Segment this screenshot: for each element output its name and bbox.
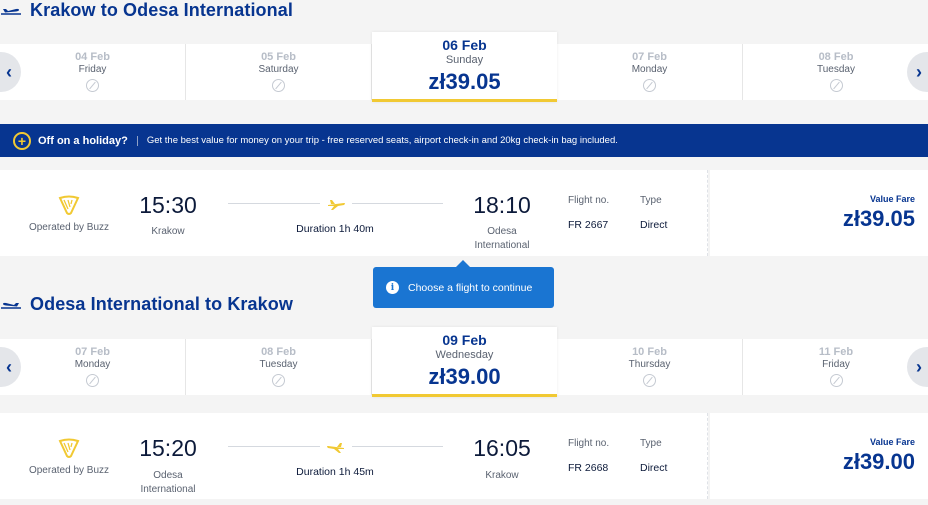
selected-weekday: Wednesday [435,349,494,361]
no-flights-icon [272,79,285,92]
no-flights-icon [272,374,285,387]
plus-icon: + [13,131,31,150]
inbound-day-4[interactable]: 10 Feb Thursday [557,339,743,395]
info-icon: i [386,281,399,294]
inbound-flight-card[interactable]: Operated by Buzz 15:20 Odesa Internation… [0,413,928,499]
inbound-day-2[interactable]: 08 Feb Tuesday [186,339,372,395]
departure-place: Krakow [151,226,185,237]
outbound-day-selected[interactable]: 06 Feb Sunday zł39.05 [372,32,557,102]
outbound-day-2[interactable]: 05 Feb Saturday [186,44,372,100]
chevron-left-icon: ‹ [6,356,12,377]
selected-price: zł39.05 [428,69,501,94]
operated-by: Operated by Buzz [28,465,110,476]
type-label: Type [640,195,662,206]
flight-no: FR 2667 [568,219,609,231]
outbound-fare[interactable]: Value Fare zł39.05 [710,170,928,256]
inbound-day-5[interactable]: 11 Feb Friday [743,339,928,395]
selected-date: 06 Feb [442,37,487,53]
outbound-date-selector: 04 Feb Friday 05 Feb Saturday 06 Feb Sun… [0,32,928,102]
no-flights-icon [829,79,843,92]
departure-place: Odesa International [140,470,196,495]
outbound-header: Krakow to Odesa International [0,0,293,23]
outbound-day-1[interactable]: 04 Feb Friday [0,44,186,100]
fare-type: Value Fare [869,194,915,204]
type-label: Type [640,438,662,449]
arrival-place: Odesa International [474,226,530,251]
plane-return-icon [1,302,21,309]
plane-icon [328,200,345,210]
fare-type: Value Fare [869,437,915,447]
chevron-right-icon: › [916,356,922,377]
no-flights-icon [643,79,656,92]
arrival-time: 18:10 [473,192,531,218]
fare-price: zł39.05 [842,206,915,231]
no-flights-icon [86,374,99,387]
plane-departure-icon [1,8,21,15]
operated-by: Operated by Buzz [28,222,110,233]
selected-price: zł39.00 [428,364,501,389]
outbound-day-5[interactable]: 08 Feb Tuesday [743,44,928,100]
no-flights-icon [86,79,99,92]
flight-type: Direct [640,219,668,231]
inbound-date-selector: 07 Feb Monday 08 Feb Tuesday 09 Feb Wedn… [0,327,928,397]
inbound-fare[interactable]: Value Fare zł39.00 [710,413,928,499]
flight-no: FR 2668 [568,462,609,474]
selected-weekday: Sunday [445,54,484,66]
selected-date: 09 Feb [442,332,487,348]
inbound-header: Odesa International to Krakow [0,291,293,317]
ryanair-harp-logo-icon [58,195,80,215]
arrival-time: 16:05 [473,435,531,461]
flight-type: Direct [640,462,668,474]
inbound-day-selected[interactable]: 09 Feb Wednesday zł39.00 [372,327,557,397]
outbound-flight-card[interactable]: Operated by Buzz 15:30 Krakow Duration 1… [0,170,928,256]
arrival-place: Krakow [485,470,519,481]
outbound-title: Krakow to Odesa International [30,0,293,20]
plane-icon [327,443,344,453]
holiday-banner[interactable]: + Off on a holiday? Get the best value f… [0,124,928,157]
inbound-title: Odesa International to Krakow [30,293,293,314]
choose-flight-tooltip: i Choose a flight to continue [373,260,554,308]
chevron-right-icon: › [916,61,922,82]
tooltip-text: Choose a flight to continue [408,281,533,294]
banner-title: Off on a holiday? [38,134,128,147]
banner-description: Get the best value for money on your tri… [146,135,618,146]
flight-no-label: Flight no. [568,438,610,449]
flight-no-label: Flight no. [568,195,610,206]
inbound-day-1[interactable]: 07 Feb Monday [0,339,186,395]
flight-duration: Duration 1h 45m [296,466,374,478]
departure-time: 15:20 [139,435,197,461]
chevron-left-icon: ‹ [6,61,12,82]
departure-time: 15:30 [139,192,197,218]
ryanair-harp-logo-icon [58,438,80,458]
outbound-day-4[interactable]: 07 Feb Monday [557,44,743,100]
flight-duration: Duration 1h 40m [296,223,374,235]
fare-price: zł39.00 [842,449,915,474]
no-flights-icon [643,374,656,387]
no-flights-icon [829,374,843,387]
